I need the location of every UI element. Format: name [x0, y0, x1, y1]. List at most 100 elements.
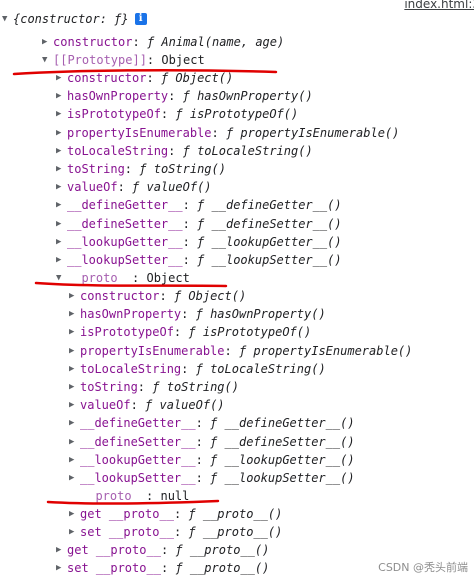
info-icon[interactable]: i	[134, 12, 147, 25]
collapsed-triangle-icon[interactable]: ▶	[69, 396, 80, 414]
property-row[interactable]: ▶ set __proto__: ƒ __proto__()	[56, 559, 269, 577]
collapsed-triangle-icon[interactable]: ▶	[69, 360, 80, 378]
property-separator: :	[132, 35, 147, 49]
property-separator: :	[182, 234, 198, 249]
collapsed-triangle-icon[interactable]: ▶	[69, 342, 80, 360]
property-row[interactable]: ▶ __lookupSetter__: ƒ __lookupSetter__()	[56, 251, 342, 269]
property-row[interactable]: ▶ set __proto__: ƒ __proto__()	[69, 523, 282, 541]
property-row[interactable]: ▶ toString: ƒ toString()	[56, 160, 226, 178]
property-row[interactable]: ▶ hasOwnProperty: ƒ hasOwnProperty()	[69, 305, 326, 323]
property-row[interactable]: ▶ __defineSetter__: ƒ __defineSetter__()	[69, 433, 355, 451]
property-separator: :	[173, 525, 189, 540]
collapsed-triangle-icon[interactable]: ▶	[69, 287, 80, 305]
property-value: toString()	[153, 162, 226, 176]
collapsed-triangle-icon[interactable]: ▶	[69, 378, 80, 396]
property-row[interactable]: ▶ get __proto__: ƒ __proto__()	[56, 541, 269, 559]
property-value: __defineSetter__()	[224, 434, 355, 449]
property-row[interactable]: ▶ hasOwnProperty: ƒ hasOwnProperty()	[56, 87, 313, 105]
property-row[interactable]: ▶ isPrototypeOf: ƒ isPrototypeOf()	[69, 323, 311, 341]
property-value: Object	[146, 271, 190, 285]
function-symbol: ƒ	[182, 89, 190, 104]
accessor-prefix: set	[80, 525, 109, 540]
property-value: valueOf()	[159, 398, 225, 413]
collapsed-triangle-icon[interactable]: ▶	[56, 541, 67, 559]
proto-object-row[interactable]: ▼ __proto__: Object	[56, 269, 190, 287]
property-separator: :	[146, 71, 161, 85]
expanded-triangle-icon[interactable]: ▼	[56, 269, 67, 287]
collapsed-triangle-icon[interactable]: ▶	[56, 233, 67, 251]
collapsed-triangle-icon[interactable]: ▶	[69, 469, 80, 487]
property-separator: :	[195, 471, 211, 485]
property-row[interactable]: ▶ toLocaleString: ƒ toLocaleString()	[56, 142, 313, 160]
collapsed-triangle-icon[interactable]: ▶	[56, 178, 67, 196]
function-symbol: ƒ	[175, 107, 183, 122]
property-value: toLocaleString()	[210, 361, 326, 376]
property-row[interactable]: ▶ isPrototypeOf: ƒ isPrototypeOf()	[56, 105, 298, 123]
property-row[interactable]: ▶ valueOf: ƒ valueOf()	[69, 396, 225, 414]
property-separator: :	[195, 452, 211, 467]
collapsed-triangle-icon[interactable]: ▶	[56, 87, 67, 105]
property-value: propertyIsEnumerable()	[253, 343, 413, 358]
property-key: __defineGetter__	[67, 198, 183, 213]
root-object-row[interactable]: ▼ {constructor: ƒ} i	[2, 10, 147, 28]
constructor-row[interactable]: ▶ constructor: ƒ Animal(name, age)	[42, 33, 284, 51]
property-key: constructor	[53, 35, 133, 49]
expanded-triangle-icon[interactable]: ▼	[42, 51, 53, 69]
property-row[interactable]: ▶ constructor: ƒ Object()	[56, 69, 233, 87]
property-value: __defineGetter__()	[211, 198, 342, 213]
property-separator: :	[181, 307, 196, 322]
property-row[interactable]: ▶ __defineGetter__: ƒ __defineGetter__()	[56, 196, 342, 214]
collapsed-triangle-icon[interactable]: ▶	[56, 196, 67, 214]
property-row[interactable]: ▶ toLocaleString: ƒ toLocaleString()	[69, 360, 326, 378]
collapsed-triangle-icon[interactable]: ▶	[69, 414, 80, 432]
property-value: __defineGetter__()	[224, 416, 355, 431]
collapsed-triangle-icon[interactable]: ▶	[56, 559, 67, 577]
property-key: __proto__	[81, 489, 147, 503]
property-key: toLocaleString	[67, 143, 169, 158]
source-file-link[interactable]: index.html:3	[404, 0, 474, 11]
property-row[interactable]: ▶ propertyIsEnumerable: ƒ propertyIsEnume…	[69, 342, 412, 360]
collapsed-triangle-icon[interactable]: ▶	[56, 69, 67, 87]
collapsed-triangle-icon[interactable]: ▶	[42, 33, 53, 51]
property-row[interactable]: ▶ __defineSetter__: ƒ __defineSetter__()	[56, 215, 342, 233]
property-separator: :	[146, 489, 161, 503]
collapsed-triangle-icon[interactable]: ▶	[56, 160, 67, 178]
collapsed-triangle-icon[interactable]: ▶	[69, 323, 80, 341]
property-row[interactable]: ▶ __lookupSetter__: ƒ __lookupSetter__()	[69, 469, 355, 487]
expanded-triangle-icon[interactable]: ▼	[2, 10, 13, 28]
property-row[interactable]: ▶ __lookupGetter__: ƒ __lookupGetter__()	[56, 233, 342, 251]
property-row[interactable]: ▶ toString: ƒ toString()	[69, 378, 239, 396]
prototype-row[interactable]: ▼ [[Prototype]]: Object	[42, 51, 205, 69]
collapsed-triangle-icon[interactable]: ▶	[69, 433, 80, 451]
property-row[interactable]: ▶ __lookupGetter__: ƒ __lookupGetter__()	[69, 451, 355, 469]
watermark: CSDN @秃头前端	[378, 559, 468, 575]
property-row[interactable]: ▶ propertyIsEnumerable: ƒ propertyIsEnume…	[56, 124, 399, 142]
collapsed-triangle-icon[interactable]: ▶	[56, 124, 67, 142]
collapsed-triangle-icon[interactable]: ▶	[56, 105, 67, 123]
collapsed-triangle-icon[interactable]: ▶	[69, 451, 80, 469]
property-row[interactable]: ▶ __defineGetter__: ƒ __defineGetter__()	[69, 414, 355, 432]
collapsed-triangle-icon[interactable]: ▶	[69, 523, 80, 541]
property-key: isPrototypeOf	[80, 325, 174, 340]
property-separator: :	[195, 434, 211, 449]
property-row[interactable]: ▶ constructor: ƒ Object()	[69, 287, 246, 305]
collapsed-triangle-icon[interactable]: ▶	[56, 251, 67, 269]
property-separator: :	[132, 271, 147, 285]
collapsed-triangle-icon[interactable]: ▶	[56, 215, 67, 233]
function-symbol: ƒ	[188, 507, 196, 521]
collapsed-triangle-icon[interactable]: ▶	[69, 505, 80, 523]
property-row[interactable]: ▶ valueOf: ƒ valueOf()	[56, 178, 212, 196]
property-separator: :	[182, 253, 198, 267]
property-key: valueOf	[80, 398, 131, 413]
property-value: __lookupGetter__()	[211, 234, 342, 249]
property-separator: :	[159, 289, 174, 303]
property-key: __proto__	[95, 543, 161, 557]
property-row[interactable]: ▶ get __proto__: ƒ __proto__()	[69, 505, 282, 523]
accessor-prefix: get	[67, 543, 96, 557]
collapsed-triangle-icon[interactable]: ▶	[56, 142, 67, 160]
property-separator: :	[160, 543, 176, 557]
property-separator: :	[182, 198, 198, 213]
property-key: toString	[80, 380, 138, 394]
property-key: __proto__	[67, 271, 133, 285]
collapsed-triangle-icon[interactable]: ▶	[69, 305, 80, 323]
